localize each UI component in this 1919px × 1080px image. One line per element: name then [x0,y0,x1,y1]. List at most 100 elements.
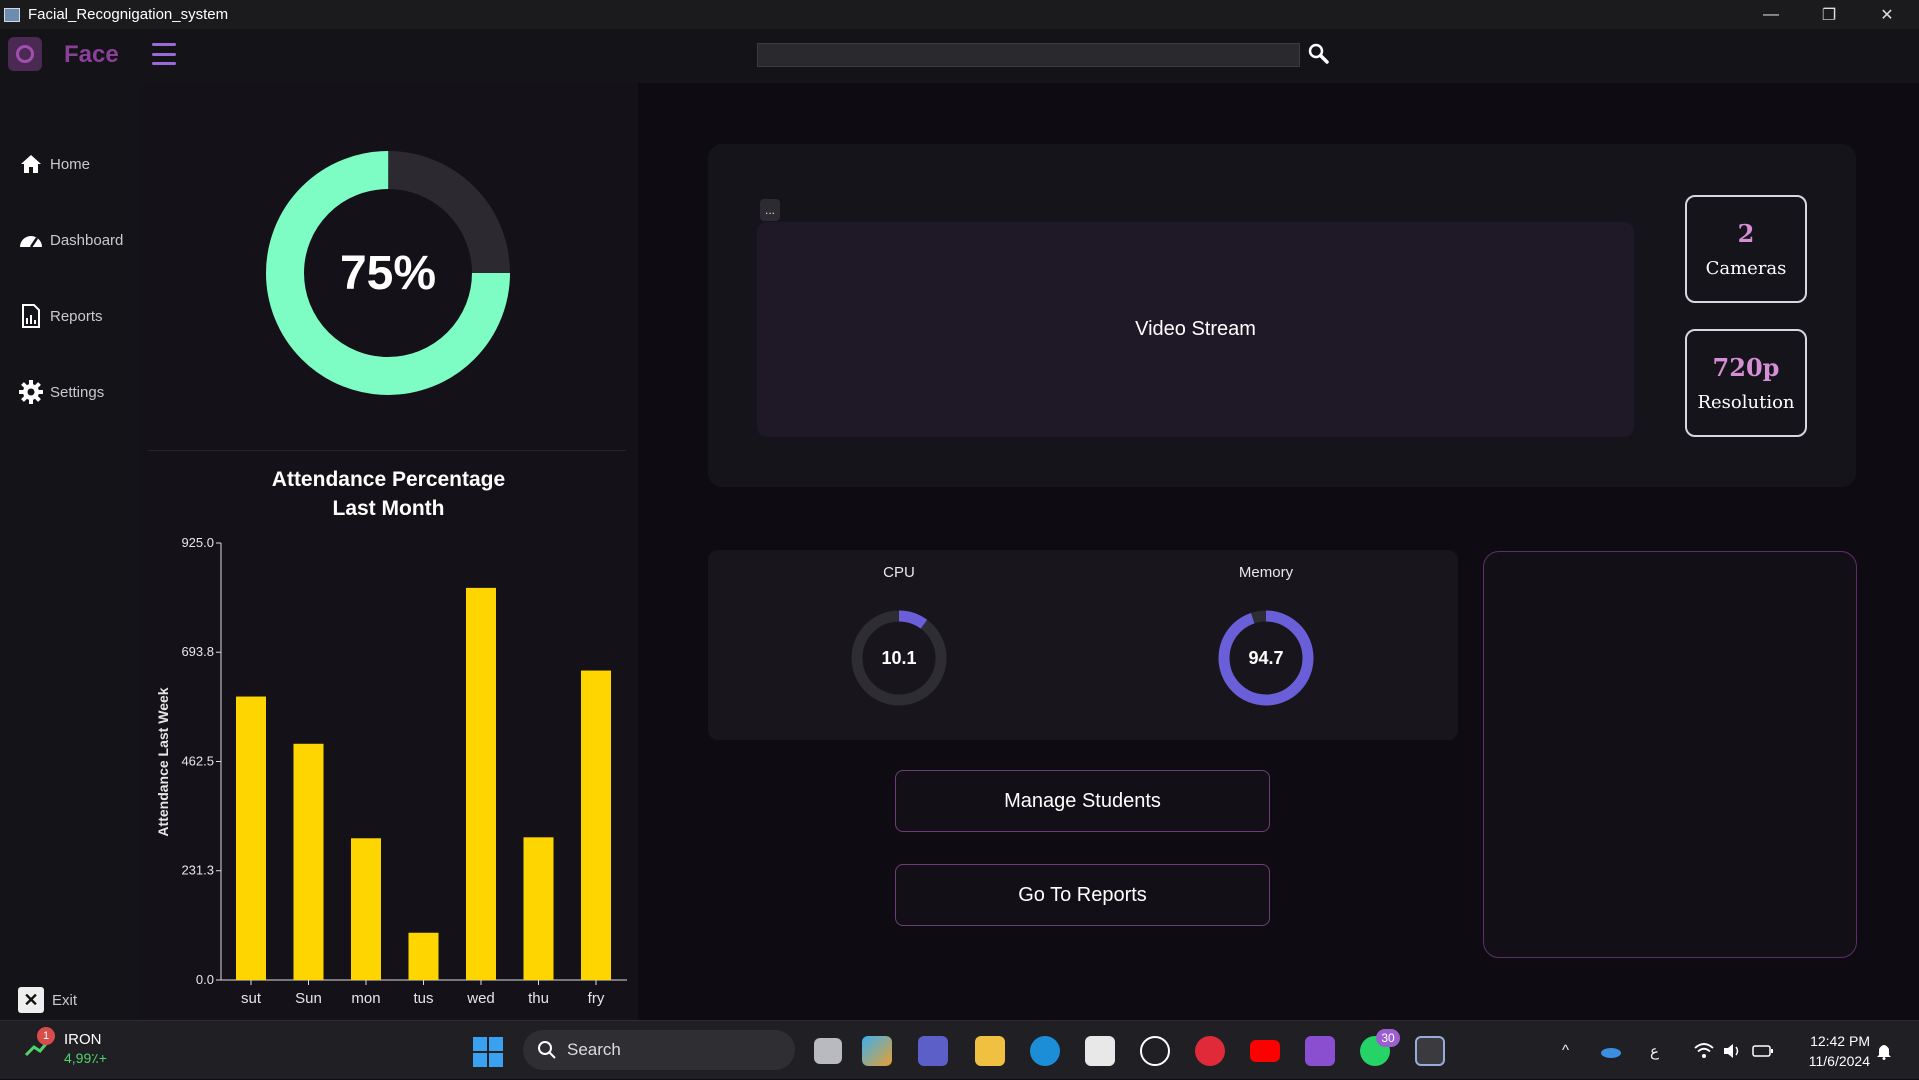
x-tick-label: mon [351,990,380,1007]
language-indicator[interactable]: ع [1650,1021,1659,1080]
store-icon[interactable] [1085,1036,1115,1066]
sidebar-item-reports[interactable]: Reports [18,303,103,329]
memory-label: Memory [1238,564,1294,581]
bar [236,696,266,980]
y-tick-label: 231.3 [181,863,214,878]
windows-start-icon[interactable] [473,1037,503,1067]
dashboard-icon [20,236,42,248]
x-tick-label: fry [588,990,605,1007]
chart-title-line: Attendance Percentage [271,468,506,491]
app-window-icon[interactable] [1415,1036,1445,1066]
exit-button[interactable]: ✕ Exit [18,987,77,1013]
sidebar-item-label: Settings [50,383,105,401]
sidebar-item-dashboard[interactable]: Dashboard [18,227,123,253]
stock-change: 4,99٪+ [64,1050,107,1066]
volume-icon[interactable] [1722,1021,1742,1080]
search-icon [538,1041,556,1059]
onedrive-icon[interactable] [1600,1021,1622,1080]
teams-icon[interactable] [918,1036,948,1066]
cpu-value: 10.1 [881,647,917,668]
chart-title-line: Last Month [332,497,445,520]
file-explorer-icon[interactable] [975,1036,1005,1066]
app-icon [4,7,20,22]
x-tick-label: wed [466,990,495,1007]
video-menu-button[interactable]: ... [760,199,780,221]
cpu-label: CPU [883,564,915,581]
panel-divider [148,450,626,451]
search-input[interactable] [757,43,1300,67]
sidebar: Home Dashboard Reports Settings ✕ Exit [0,83,139,1020]
gear-icon [19,380,43,404]
chart-title: Attendance Percentage Last Month [139,465,638,523]
stock-name: IRON [64,1031,102,1048]
x-tick-label: Sun [295,990,322,1007]
attendance-donut: 75% [263,148,513,398]
attendance-percent: 75% [339,246,437,300]
x-tick-label: tus [413,990,433,1007]
clock-date: 11/6/2024 [1808,1053,1870,1069]
sidebar-item-label: Reports [50,307,103,325]
bar [466,587,496,980]
attendance-bar-chart: 0.0 231.3 462.5 693.8 925.0 sut Sun mon tus wed th… [155,535,627,1007]
sidebar-item-label: Home [50,155,91,173]
restore-button[interactable]: ❐ [1800,0,1858,29]
search-icon[interactable] [1306,41,1332,67]
sidebar-item-label: Dashboard [50,231,124,249]
taskbar: 1 IRON 4,99٪+ Search 30 ^ ع 12:42 PM 11/… [0,1020,1919,1079]
window-titlebar: Facial_Recognigation_system — ❐ ✕ [0,0,1919,29]
empty-panel [1483,551,1857,958]
task-view-icon[interactable] [814,1038,842,1064]
chevron-up-icon[interactable]: ^ [1562,1021,1569,1080]
bar [408,932,439,980]
hamburger-menu-icon[interactable] [152,43,176,65]
stock-badge: 1 [37,1027,55,1045]
bar [351,838,381,980]
video-stream: Video Stream [757,222,1634,437]
stat-value: 720p [1712,353,1780,382]
memory-gauge: 94.7 [1216,608,1316,708]
dell-icon[interactable] [1140,1036,1170,1066]
x-tick-label: sut [241,990,262,1007]
cpu-gauge: 10.1 [849,608,949,708]
y-tick-label: 925.0 [181,535,214,550]
whatsapp-badge: 30 [1376,1029,1400,1047]
copilot-icon[interactable] [862,1036,892,1066]
taskbar-search-label: Search [567,1040,621,1059]
clock[interactable]: 12:42 PM 11/6/2024 [1790,1031,1870,1071]
brand-name: Face [64,41,119,68]
app-header: Face [0,29,1919,83]
wifi-icon[interactable] [1694,1021,1714,1080]
resolution-stat: 720p Resolution [1685,329,1807,437]
bar [523,837,554,980]
manage-students-button[interactable]: Manage Students [895,770,1270,832]
close-button[interactable]: ✕ [1858,0,1916,29]
edge-icon[interactable] [1030,1036,1060,1066]
clock-time: 12:42 PM [1810,1033,1870,1049]
close-icon: ✕ [18,987,44,1013]
y-tick-label: 0.0 [196,972,214,987]
notification-bell-icon[interactable] [1876,1021,1892,1080]
sidebar-item-settings[interactable]: Settings [18,379,104,405]
y-tick-label: 462.5 [181,754,214,769]
taskbar-search[interactable]: Search [523,1030,795,1070]
minimize-button[interactable]: — [1742,0,1800,29]
battery-icon[interactable] [1752,1021,1774,1080]
window-title: Facial_Recognigation_system [28,6,229,23]
stat-label: Cameras [1705,258,1787,279]
visual-studio-icon[interactable] [1305,1036,1335,1066]
x-tick-label: thu [528,990,549,1007]
stock-widget[interactable]: 1 IRON 4,99٪+ [24,1027,107,1066]
face-logo-icon [8,37,42,71]
cameras-stat: 2 Cameras [1685,195,1807,303]
go-to-reports-button[interactable]: Go To Reports [895,864,1270,926]
bar [293,743,324,980]
youtube-icon[interactable] [1250,1040,1280,1062]
y-tick-label: 693.8 [181,644,214,659]
sidebar-item-home[interactable]: Home [18,151,90,177]
stat-value: 2 [1737,219,1755,248]
exit-label: Exit [52,991,78,1009]
reports-icon [22,304,40,328]
stat-label: Resolution [1697,392,1795,413]
home-icon [21,155,41,173]
pinterest-icon[interactable] [1195,1036,1225,1066]
